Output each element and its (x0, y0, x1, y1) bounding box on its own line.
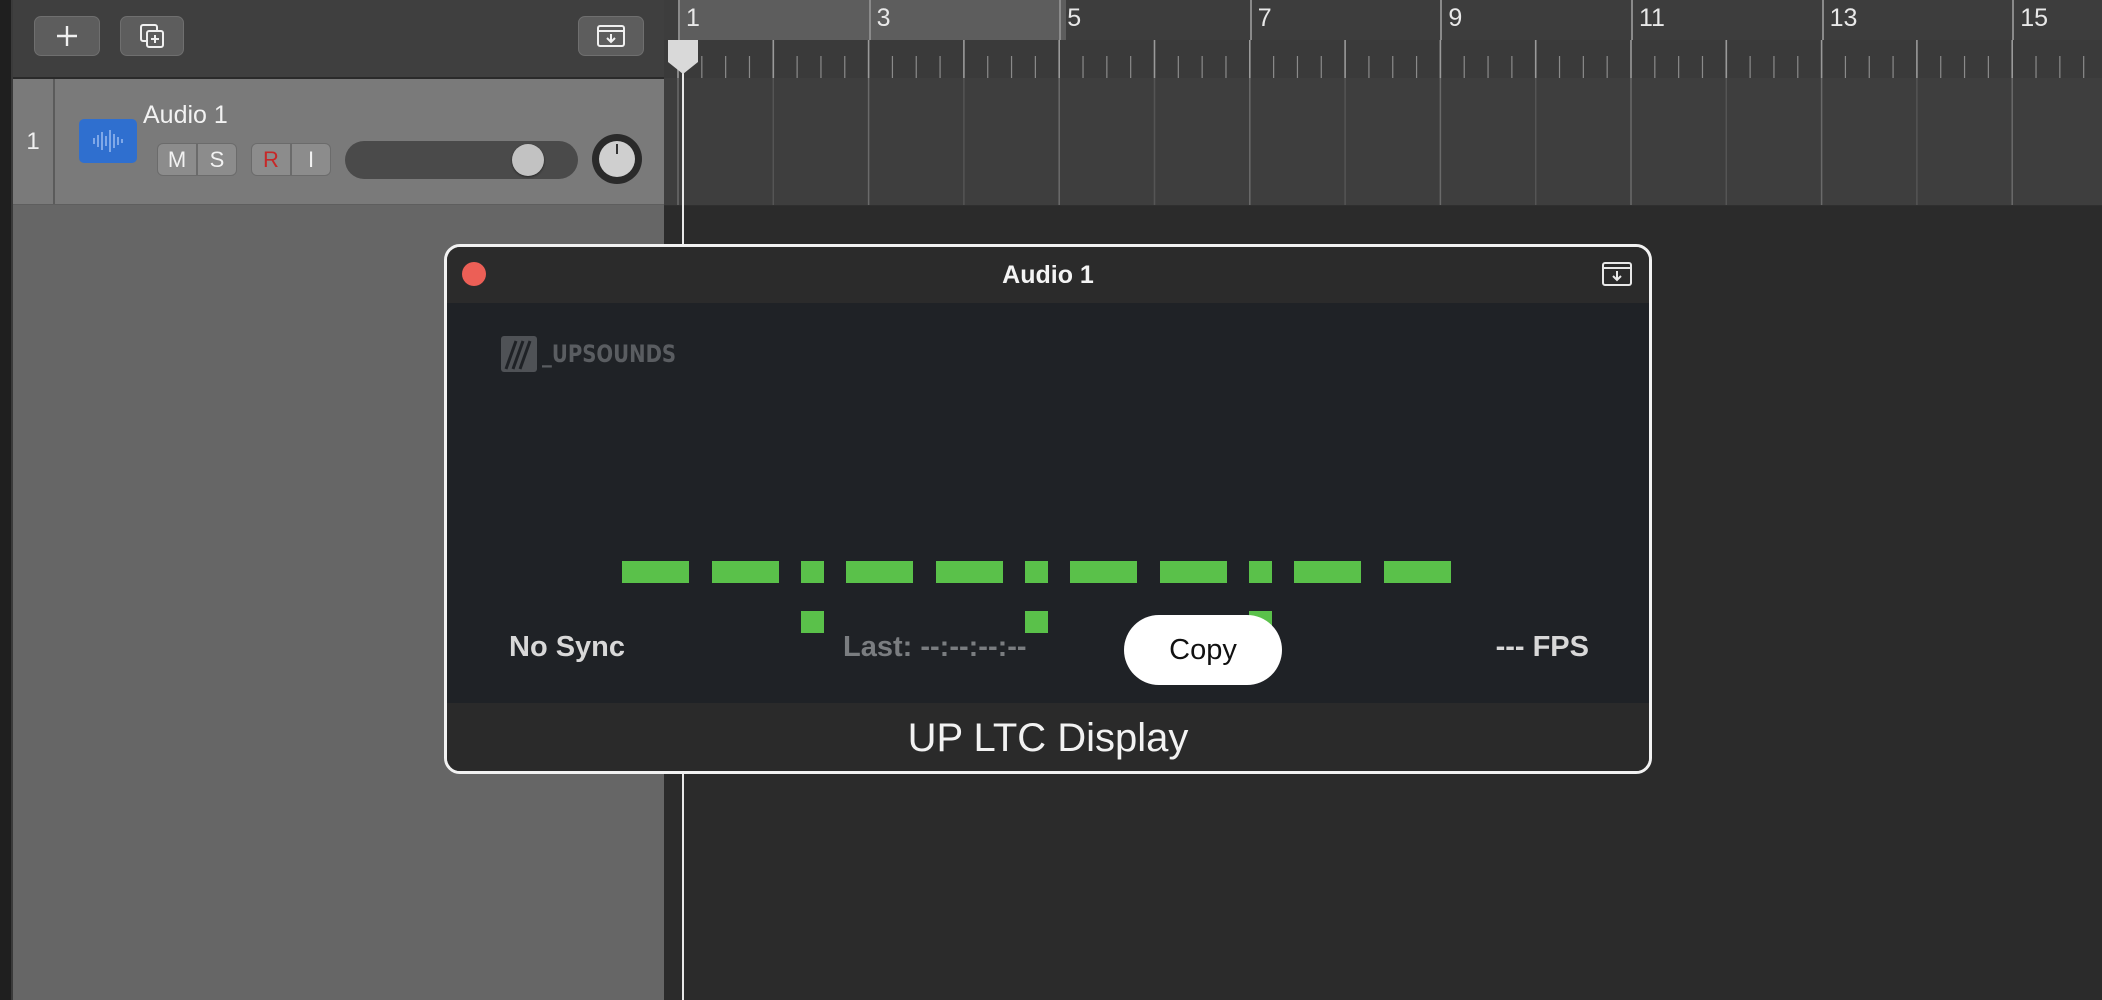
ruler-bar-line (1821, 0, 1824, 40)
timecode-digit (1294, 561, 1361, 583)
track-number: 1 (13, 79, 55, 204)
timecode-digit (622, 561, 689, 583)
ruler-tick-marks (677, 40, 2085, 78)
lane-grid-lines (677, 78, 2013, 205)
timecode-separator-dot (1025, 561, 1048, 583)
ruler-bar-label: 9 (1448, 4, 1463, 32)
ruler-bar-line (2012, 0, 2015, 40)
volume-slider[interactable] (345, 141, 578, 179)
timecode-digit (846, 561, 913, 583)
ruler-bar-label: 3 (876, 4, 891, 32)
ruler-bar-label: 7 (1257, 4, 1272, 32)
volume-slider-thumb[interactable] (511, 144, 544, 176)
ruler-bar-line (678, 0, 680, 40)
timecode-display (447, 303, 1649, 703)
plugin-settings-button[interactable] (1601, 261, 1633, 292)
cycle-region[interactable] (678, 0, 1066, 40)
timecode-separator-dot (801, 561, 824, 583)
ruler-bar-line (868, 0, 871, 40)
ruler-bar-line (1631, 0, 1633, 40)
duplicate-track-button[interactable] (120, 16, 184, 56)
plus-icon (57, 26, 77, 46)
ruler-ticks[interactable] (664, 40, 2102, 80)
ruler-bar-line (1249, 0, 1252, 40)
pan-knob-indicator (599, 141, 635, 177)
timecode-separator-dot (801, 611, 824, 633)
fps-readout: --- FPS (1495, 631, 1589, 663)
ruler-bar-line (1059, 0, 1062, 40)
ruler-bar-label: 1 (686, 4, 700, 32)
timecode-digit (1384, 561, 1451, 583)
timecode-digit (936, 561, 1003, 583)
plugin-name-footer: UP LTC Display (447, 703, 1649, 771)
add-track-button[interactable] (34, 16, 100, 56)
pan-knob[interactable] (592, 134, 642, 184)
sync-status: No Sync (509, 631, 626, 663)
ruler-bar-label: 5 (1067, 4, 1082, 32)
tray-download-button[interactable] (578, 16, 644, 56)
record-enable-button[interactable]: R (251, 143, 291, 176)
timecode-digit (712, 561, 779, 583)
plugin-window[interactable]: Audio 1 _UPSOUNDS No Sync Last: --:--:--… (444, 244, 1652, 774)
mute-button[interactable]: M (157, 143, 197, 176)
timecode-separator-dot (1025, 611, 1048, 633)
plugin-window-title: Audio 1 (1002, 261, 1094, 289)
tray-download-icon (597, 25, 625, 47)
track-name[interactable]: Audio 1 (143, 101, 228, 130)
ruler-bar-label: 15 (2020, 4, 2048, 32)
waveform-icon[interactable] (79, 119, 137, 163)
ruler-bar-line (1440, 0, 1443, 40)
timecode-digit (1160, 561, 1227, 583)
duplicate-icon (140, 24, 164, 48)
track-lane[interactable] (664, 78, 2102, 206)
track-header-toolbar (13, 0, 664, 79)
copy-button[interactable]: Copy (1124, 615, 1282, 685)
solo-button[interactable]: S (197, 143, 237, 176)
tray-download-icon (1602, 262, 1632, 286)
input-monitor-button[interactable]: I (291, 143, 331, 176)
timecode-separator-dot (1249, 561, 1272, 583)
last-timecode: Last: --:--:--:-- (843, 631, 1027, 663)
ruler-bar-label: 11 (1639, 4, 1665, 32)
playhead-handle[interactable] (666, 40, 700, 76)
plugin-titlebar[interactable]: Audio 1 (447, 247, 1649, 303)
plugin-body: _UPSOUNDS No Sync Last: --:--:--:-- Copy… (447, 303, 1649, 703)
timecode-digit (1070, 561, 1137, 583)
bar-ruler[interactable]: 1 3 5 7 9 11 13 15 (664, 0, 2102, 41)
ruler-bar-label: 13 (1829, 4, 1858, 32)
left-edge-divider (0, 0, 13, 1000)
